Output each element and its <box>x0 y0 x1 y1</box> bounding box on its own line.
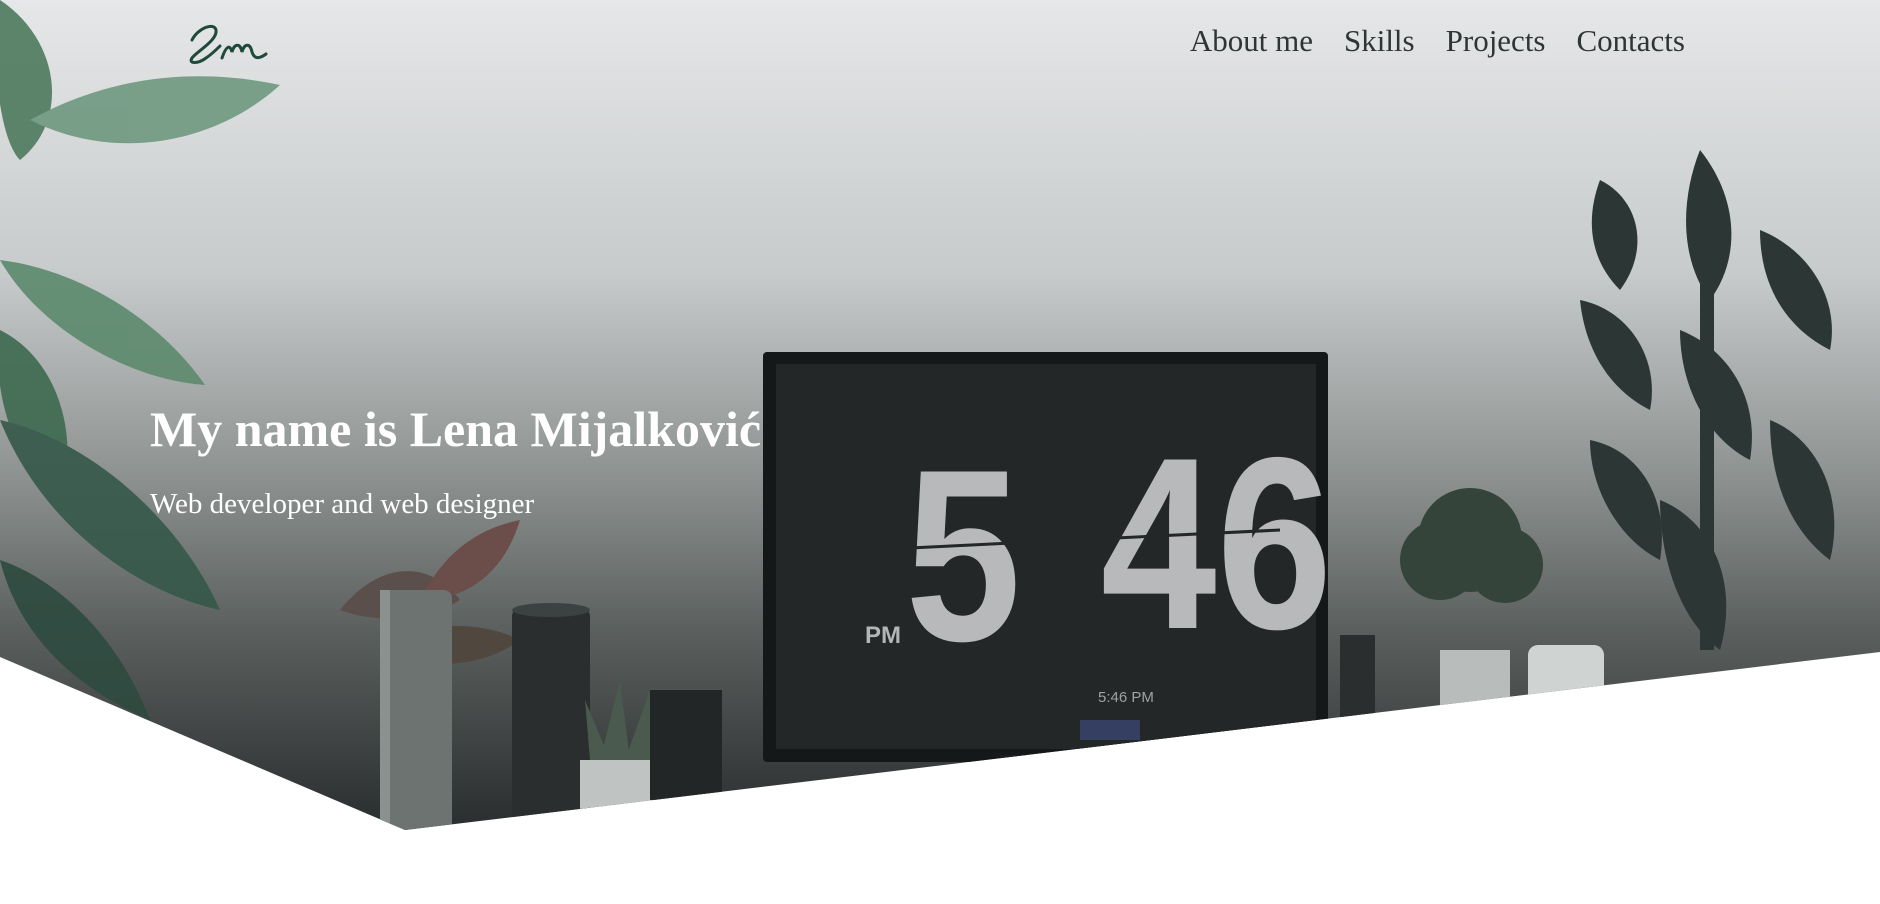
clock-hour: 5 <box>905 419 1021 693</box>
clock-small-time: 5:46 PM <box>1098 689 1154 706</box>
nav-skills[interactable]: Skills <box>1344 20 1415 62</box>
hero-title: My name is Lena Mijalković <box>150 401 762 457</box>
nav-projects[interactable]: Projects <box>1446 20 1546 62</box>
nav-contacts[interactable]: Contacts <box>1577 20 1686 62</box>
clock-period: PM <box>865 622 901 649</box>
logo[interactable]: Lm <box>184 6 280 72</box>
hero-section: PM 5 46 5:46 PM Lm About me Skills Proje… <box>0 0 1880 830</box>
clock-minutes: 46 <box>1101 407 1333 681</box>
nav-about-me[interactable]: About me <box>1190 20 1313 62</box>
hero-subtitle: Web developer and web designer <box>150 488 535 520</box>
main-nav: About me Skills Projects Contacts <box>1190 20 1685 62</box>
